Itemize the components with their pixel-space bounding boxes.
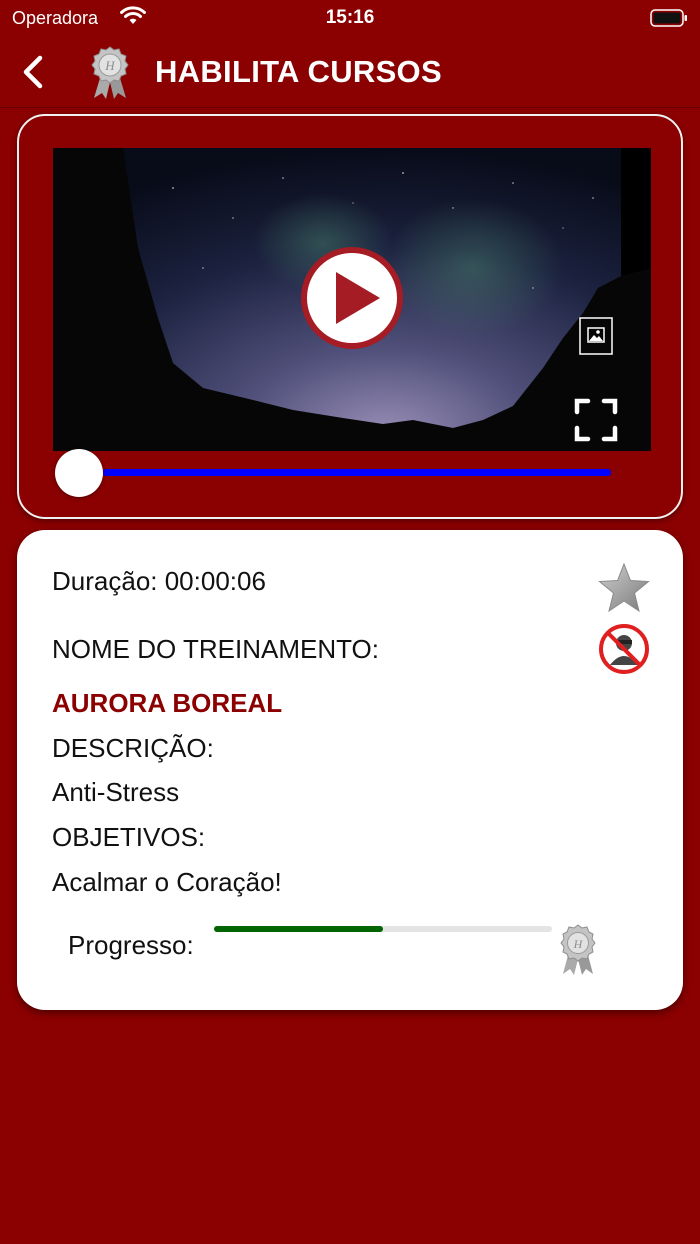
svg-text:H: H <box>573 937 584 951</box>
progress-bar-fill <box>214 926 383 932</box>
back-button[interactable] <box>16 52 52 92</box>
description-label: DESCRIÇÃO: <box>52 733 214 763</box>
course-name-label: NOME DO TREINAMENTO: <box>52 634 379 664</box>
play-icon[interactable] <box>300 246 404 350</box>
svg-text:H: H <box>104 58 115 73</box>
page-title: HABILITA CURSOS <box>155 54 442 89</box>
description-text: Anti-Stress <box>52 777 180 807</box>
status-time: 15:16 <box>325 7 375 28</box>
award-badge-icon: H <box>91 46 129 99</box>
objectives-label: OBJETIVOS: <box>52 822 206 852</box>
course-name: AURORA BOREAL <box>52 688 283 718</box>
no-person-icon[interactable] <box>598 623 650 675</box>
progress-label: Progresso: <box>68 930 194 960</box>
video-frame[interactable] <box>53 148 651 451</box>
navigation-bar: H HABILITA CURSOS <box>0 36 700 108</box>
seek-bar[interactable] <box>103 469 611 476</box>
fullscreen-icon[interactable] <box>574 398 618 442</box>
course-info-card: Duração: 00:00:06 NOME DO TREINAMENTO: A… <box>17 530 683 1010</box>
award-badge-icon: H <box>560 924 596 975</box>
duration-text: Duração: 00:00:06 <box>52 566 266 596</box>
progress-bar <box>214 926 552 932</box>
status-bar: Operadora 15:16 <box>0 0 700 36</box>
star-icon[interactable] <box>597 562 651 614</box>
picture-in-picture-icon[interactable] <box>578 316 614 356</box>
video-player-card <box>17 114 683 519</box>
seek-slider-thumb[interactable] <box>55 449 103 497</box>
battery-icon <box>650 9 687 27</box>
objectives-text: Acalmar o Coração! <box>52 867 282 897</box>
